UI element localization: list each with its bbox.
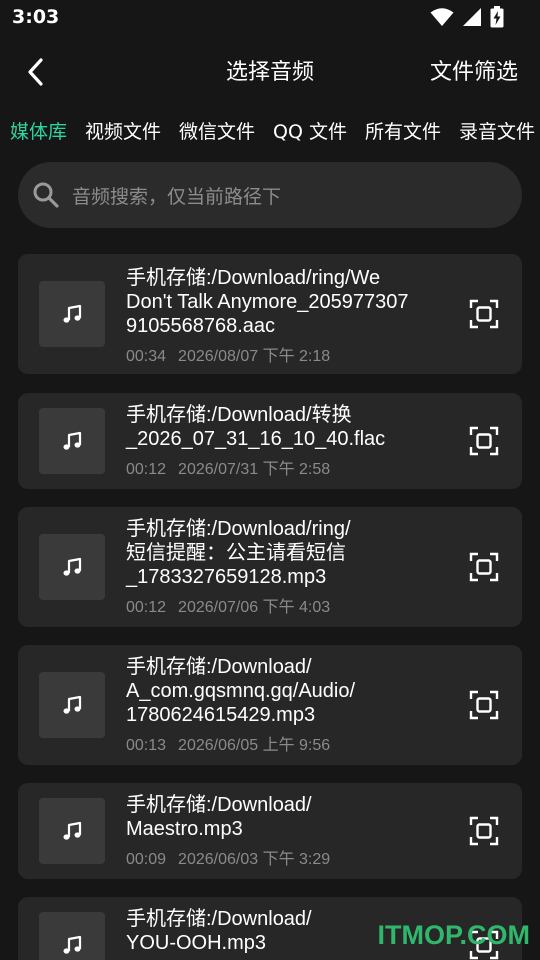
file-duration: 00:12 (126, 461, 167, 478)
list-item[interactable]: 手机存储:/Download/ring/We Don't Talk Anymor… (18, 254, 522, 374)
file-date: 2026/06/05 上午 9:56 (178, 737, 331, 754)
audio-thumbnail (39, 798, 105, 864)
list-item[interactable]: 手机存储:/Download/ring/ 短信提醒：公主请看短信 _178332… (18, 507, 522, 627)
file-info: 手机存储:/Download/ring/We Don't Talk Anymor… (126, 266, 436, 366)
list-item[interactable]: 手机存储:/Download/ Maestro.mp3 00:09 2026/06… (18, 783, 522, 879)
scan-button[interactable] (468, 298, 500, 330)
file-duration: 00:12 (126, 599, 167, 616)
file-filter-button[interactable]: 文件筛选 (430, 54, 518, 86)
file-info: 手机存储:/Download/转换 _2026_07_31_16_10_40.f… (126, 403, 436, 479)
music-note-icon (63, 935, 82, 954)
tab-qq-files[interactable]: QQ 文件 (264, 116, 356, 148)
audio-thumbnail (39, 912, 105, 960)
file-meta: 00:13 2026/06/05 上午 9:56 (126, 731, 436, 755)
music-note-icon (63, 557, 82, 576)
category-tabs: 媒体库 视频文件 微信文件 QQ 文件 所有文件 录音文件 (0, 116, 540, 148)
file-path: 手机存储:/Download/ring/We Don't Talk Anymor… (126, 267, 409, 337)
file-duration: 00:13 (126, 737, 167, 754)
screen: 3:03 选择音频 文件筛选 媒体库 视频文件 微信文件 QQ 文件 所有文件 … (0, 0, 540, 960)
scan-icon (469, 816, 499, 846)
file-info: 手机存储:/Download/ Maestro.mp3 00:09 2026/06… (126, 793, 436, 869)
music-note-icon (63, 304, 82, 323)
file-duration: 00:34 (126, 348, 167, 365)
audio-thumbnail (39, 534, 105, 600)
file-date: 2026/07/06 下午 4:03 (178, 599, 331, 616)
file-path: 手机存储:/Download/ A_com.gqsmnq.gq/Audio/ 1… (126, 656, 356, 726)
watermark: ITMOP.COM (377, 920, 530, 950)
search-icon (33, 182, 59, 208)
tab-wechat-files[interactable]: 微信文件 (170, 116, 264, 148)
file-path: 手机存储:/Download/ring/ 短信提醒：公主请看短信 _178332… (126, 518, 351, 588)
list-item[interactable]: 手机存储:/Download/ A_com.gqsmnq.gq/Audio/ 1… (18, 645, 522, 765)
music-note-icon (63, 821, 82, 840)
audio-thumbnail (39, 672, 105, 738)
file-path: 手机存储:/Download/ Maestro.mp3 (126, 794, 312, 840)
file-meta: 00:09 2026/06/03 下午 3:29 (126, 845, 436, 869)
music-note-icon (63, 431, 82, 450)
title-bar: 选择音频 文件筛选 (0, 40, 540, 104)
file-meta: 00:34 2026/08/07 下午 2:18 (126, 342, 436, 366)
scan-icon (469, 690, 499, 720)
file-duration: 00:09 (126, 851, 167, 868)
scan-icon (469, 426, 499, 456)
audio-thumbnail (39, 408, 105, 474)
wifi-icon (430, 8, 454, 26)
tab-media-library[interactable]: 媒体库 (0, 116, 76, 148)
list-item[interactable]: 手机存储:/Download/转换 _2026_07_31_16_10_40.f… (18, 393, 522, 489)
status-bar: 3:03 (0, 0, 540, 36)
file-path: 手机存储:/Download/转换 _2026_07_31_16_10_40.f… (126, 404, 386, 450)
tab-recording-files[interactable]: 录音文件 (450, 116, 540, 148)
search-placeholder: 音频搜索，仅当前路径下 (72, 186, 282, 208)
file-info: 手机存储:/Download/ring/ 短信提醒：公主请看短信 _178332… (126, 517, 436, 617)
file-meta: 00:12 2026/07/06 下午 4:03 (126, 593, 436, 617)
scan-button[interactable] (468, 689, 500, 721)
file-date: 2026/07/31 下午 2:58 (178, 461, 331, 478)
signal-icon (463, 8, 481, 26)
status-time: 3:03 (12, 6, 60, 28)
file-info: 手机存储:/Download/ A_com.gqsmnq.gq/Audio/ 1… (126, 655, 436, 755)
tab-all-files[interactable]: 所有文件 (356, 116, 450, 148)
tab-video-files[interactable]: 视频文件 (76, 116, 170, 148)
scan-button[interactable] (468, 425, 500, 457)
search-input[interactable]: 音频搜索，仅当前路径下 (18, 162, 522, 228)
music-note-icon (63, 695, 82, 714)
status-icons (430, 6, 504, 28)
scan-icon (469, 299, 499, 329)
scan-button[interactable] (468, 551, 500, 583)
audio-thumbnail (39, 281, 105, 347)
file-date: 2026/08/07 下午 2:18 (178, 348, 331, 365)
battery-charging-icon (490, 6, 504, 28)
scan-icon (469, 552, 499, 582)
scan-button[interactable] (468, 815, 500, 847)
file-date: 2026/06/03 下午 3:29 (178, 851, 331, 868)
file-meta: 00:12 2026/07/31 下午 2:58 (126, 455, 436, 479)
